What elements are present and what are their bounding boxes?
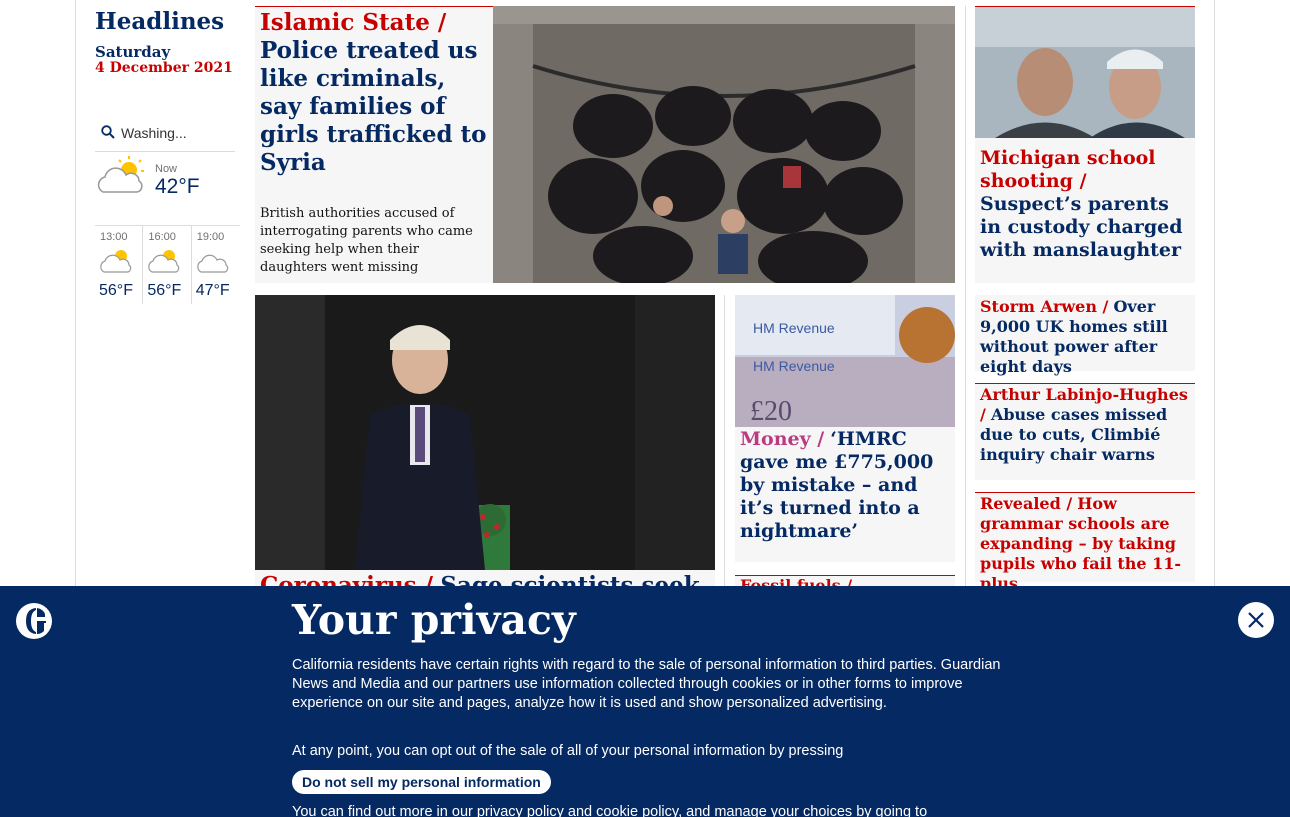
story-standfirst: British authorities accused of interroga… — [260, 206, 473, 275]
story-image[interactable] — [975, 7, 1195, 138]
weather-location-input[interactable] — [121, 123, 233, 143]
forecast-temp: 47°F — [195, 282, 230, 299]
weather-location-search[interactable] — [95, 116, 235, 152]
weather-now-temp: 42°F — [155, 175, 200, 198]
close-privacy-button[interactable] — [1238, 602, 1274, 638]
story-headline[interactable]: Arthur Labinjo-Hughes / Abuse cases miss… — [980, 385, 1192, 465]
privacy-opt-out-text: At any point, you can opt out of the sal… — [292, 743, 844, 759]
story-card-storm-arwen[interactable]: Storm Arwen / Over 9,000 UK homes still … — [975, 295, 1195, 376]
story-kicker: Revealed / — [980, 494, 1073, 513]
story-kicker: Islamic State / — [260, 9, 447, 36]
story-kicker: Michigan school shooting / — [980, 147, 1156, 192]
story-image[interactable] — [255, 295, 715, 570]
story-card-main[interactable]: Islamic State / Police treated us like c… — [255, 6, 955, 283]
story-title: Abuse cases missed due to cuts, Climbié … — [980, 405, 1168, 464]
search-icon — [101, 125, 115, 139]
weather-forecast: 13:00 56°F 16:00 56°F 19:00 47°F — [95, 225, 240, 305]
close-icon — [1248, 612, 1264, 628]
forecast-temp: 56°F — [99, 282, 133, 299]
privacy-title: Your privacy — [292, 596, 576, 644]
svg-text:HM Revenue: HM Revenue — [753, 358, 835, 374]
do-not-sell-button[interactable]: Do not sell my personal information — [292, 770, 551, 794]
privacy-banner: Your privacy California residents have c… — [0, 586, 1290, 817]
story-image[interactable]: HM Revenue HM Revenue £20 — [735, 295, 955, 427]
story-card-revealed[interactable]: Revealed / How grammar schools are expan… — [975, 492, 1195, 593]
date-full: 4 December 2021 — [95, 60, 233, 76]
card-top-rule — [975, 492, 1195, 493]
forecast-item: 13:00 56°F — [95, 226, 144, 304]
story-headline[interactable]: Michigan school shooting / Suspect’s par… — [980, 147, 1192, 262]
story-kicker: Storm Arwen / — [980, 297, 1109, 316]
story-card-coronavirus[interactable]: Coronavirus / Sage scientists seek — [255, 295, 715, 599]
partly-cloudy-icon — [100, 250, 132, 273]
privacy-description: California residents have certain rights… — [292, 657, 1001, 711]
story-headline[interactable]: Storm Arwen / Over 9,000 UK homes still … — [980, 297, 1192, 377]
date-day: Saturday — [95, 43, 171, 61]
story-image[interactable] — [493, 6, 955, 283]
story-title: Suspect’s parents in custody charged wit… — [980, 193, 1183, 261]
story-card-arthur-labinjo-hughes[interactable]: Arthur Labinjo-Hughes / Abuse cases miss… — [975, 383, 1195, 480]
forecast-time: 19:00 — [196, 231, 225, 243]
privacy-more-info-text: You can find out more in our privacy pol… — [292, 804, 928, 817]
story-headline[interactable]: Islamic State / Police treated us like c… — [260, 9, 488, 177]
partly-cloudy-icon — [148, 250, 180, 273]
column-divider — [965, 6, 966, 606]
svg-text:£20: £20 — [750, 396, 792, 427]
svg-text:HM Revenue: HM Revenue — [753, 320, 835, 336]
story-title: Police treated us like criminals, say fa… — [260, 37, 487, 176]
forecast-time: 16:00 — [148, 231, 176, 243]
column-divider — [724, 295, 725, 595]
forecast-item: 19:00 47°F — [192, 226, 240, 304]
cloudy-icon — [196, 254, 228, 273]
forecast-time: 13:00 — [100, 231, 128, 243]
weather-now-label: Now — [155, 163, 178, 175]
story-kicker: Money / — [740, 428, 825, 450]
story-headline[interactable]: Revealed / How grammar schools are expan… — [980, 494, 1192, 594]
forecast-temp: 56°F — [147, 282, 182, 299]
story-card-michigan[interactable]: Michigan school shooting / Suspect’s par… — [975, 6, 1195, 283]
partly-cloudy-icon — [97, 156, 144, 193]
page-title: Headlines — [95, 8, 225, 35]
card-top-rule — [975, 383, 1195, 384]
story-card-money[interactable]: HM Revenue HM Revenue £20 Money / ‘HMRC … — [735, 295, 955, 562]
guardian-logo-icon — [16, 603, 52, 639]
story-headline[interactable]: Money / ‘HMRC gave me £775,000 by mistak… — [740, 428, 952, 543]
forecast-item: 16:00 56°F — [143, 226, 192, 304]
